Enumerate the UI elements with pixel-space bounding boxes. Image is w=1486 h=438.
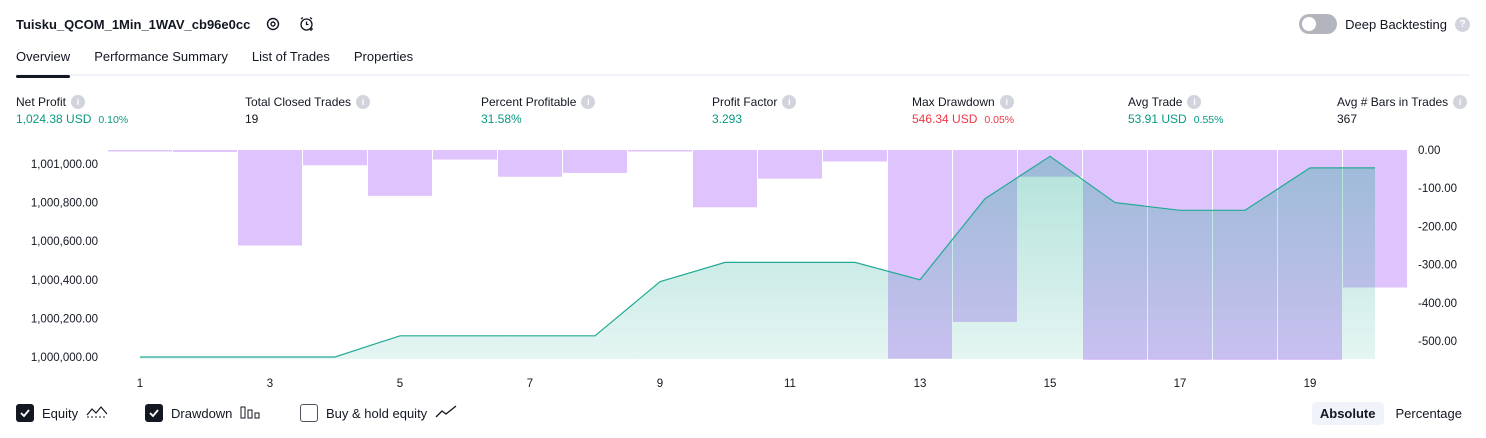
- tab-overview[interactable]: Overview: [16, 46, 71, 78]
- left-axis-tick-label: 1,000,000.00: [31, 352, 98, 364]
- drawdown-bars-icon: [240, 405, 260, 422]
- drawdown-bar: [173, 150, 237, 152]
- stat-label: Max Drawdown: [912, 94, 995, 109]
- info-icon[interactable]: i: [1453, 94, 1468, 109]
- stat-value: 546.34 USD: [912, 112, 978, 126]
- add-alert-clock-icon[interactable]: [296, 13, 318, 35]
- stat-max-drawdown: Max Drawdown i 546.34 USD 0.05%: [912, 93, 1014, 126]
- stat-total-closed-trades: Total Closed Trades i 19: [245, 93, 371, 126]
- chart-footer: Equity Drawdown Buy & hold equity Absolu…: [16, 402, 1470, 426]
- stat-label: Avg # Bars in Trades: [1337, 94, 1449, 109]
- drawdown-bar: [823, 150, 887, 162]
- info-icon[interactable]: i: [356, 94, 371, 109]
- legend-buy-hold-toggle[interactable]: Buy & hold equity: [300, 404, 457, 422]
- tab-properties[interactable]: Properties: [354, 46, 413, 76]
- deep-backtesting-label: Deep Backtesting: [1345, 16, 1447, 32]
- left-axis-tick-label: 1,000,800.00: [31, 198, 98, 210]
- stat-value: 19: [245, 112, 259, 126]
- stat-avg-trade: Avg Trade i 53.91 USD 0.55%: [1128, 93, 1223, 126]
- tab-performance-summary[interactable]: Performance Summary: [94, 46, 228, 76]
- stat-label: Total Closed Trades: [245, 94, 352, 109]
- display-mode-switch: Absolute Percentage: [1311, 402, 1471, 425]
- x-axis-tick-label: 7: [527, 378, 533, 390]
- equity-drawdown-chart-svg: 1,000,000.00 1,000,200.00 1,000,400.00 1,00…: [31, 145, 1457, 390]
- buy-hold-line-icon: [435, 404, 457, 422]
- legend-equity-toggle[interactable]: Equity: [16, 404, 108, 422]
- info-icon[interactable]: i: [1187, 94, 1202, 109]
- drawdown-bar: [303, 150, 367, 166]
- left-axis-tick-label: 1,001,000.00: [31, 159, 98, 171]
- x-axis-tick-label: 13: [914, 378, 927, 390]
- checkbox-checked-icon[interactable]: [16, 404, 34, 422]
- stat-label: Net Profit: [16, 94, 67, 109]
- drawdown-bar: [433, 150, 497, 160]
- deep-backtesting-toggle[interactable]: [1299, 14, 1338, 34]
- stat-net-profit: Net Profit i 1,024.38 USD 0.10%: [16, 93, 128, 126]
- info-icon[interactable]: i: [782, 94, 797, 109]
- right-axis-tick-label: -400.00: [1418, 298, 1457, 310]
- x-axis-tick-label: 19: [1304, 378, 1317, 390]
- x-axis-tick-label: 11: [784, 378, 796, 390]
- x-axis-tick-label: 9: [657, 378, 663, 390]
- left-axis-tick-label: 1,000,400.00: [31, 275, 98, 287]
- help-icon[interactable]: ?: [1455, 16, 1470, 32]
- x-axis-tick-label: 5: [397, 378, 403, 390]
- left-axis-tick-label: 1,000,600.00: [31, 236, 98, 248]
- x-axis-tick-label: 15: [1044, 378, 1057, 390]
- mode-percentage-button[interactable]: Percentage: [1388, 402, 1471, 425]
- left-axis-tick-label: 1,000,200.00: [31, 313, 98, 325]
- drawdown-bar: [108, 150, 172, 152]
- legend-label: Equity: [42, 405, 79, 421]
- drawdown-bar: [368, 150, 432, 196]
- equity-line-icon: [86, 405, 108, 422]
- legend-label: Drawdown: [171, 405, 233, 421]
- right-axis-tick-label: -500.00: [1418, 336, 1457, 348]
- drawdown-bar: [498, 150, 562, 177]
- stat-value: 53.91 USD: [1128, 112, 1187, 126]
- stat-percent: 0.10%: [98, 114, 129, 126]
- stat-value: 1,024.38 USD: [16, 112, 92, 126]
- stat-value: 3.293: [712, 112, 743, 126]
- info-icon[interactable]: i: [71, 94, 86, 109]
- stat-label: Avg Trade: [1128, 94, 1183, 109]
- strategy-header: Tuisku_QCOM_1Min_1WAV_cb96e0cc: [16, 12, 318, 36]
- drawdown-bar: [758, 150, 822, 179]
- drawdown-bar: [628, 150, 692, 152]
- stat-percent: 0.55%: [1193, 114, 1224, 126]
- checkbox-checked-icon[interactable]: [145, 404, 163, 422]
- legend-drawdown-toggle[interactable]: Drawdown: [145, 404, 260, 422]
- stat-avg-bars: Avg # Bars in Trades i 367: [1337, 93, 1468, 126]
- right-axis-tick-label: -200.00: [1418, 221, 1457, 233]
- right-axis-tick-label: -300.00: [1418, 260, 1457, 272]
- gear-icon[interactable]: [262, 13, 284, 35]
- stat-percent-profitable: Percent Profitable i 31.58%: [481, 93, 596, 126]
- x-axis-tick-label: 3: [267, 378, 273, 390]
- stat-value: 31.58%: [481, 112, 522, 126]
- drawdown-bar: [693, 150, 757, 208]
- stat-label: Percent Profitable: [481, 94, 577, 109]
- right-axis-tick-label: -100.00: [1418, 183, 1457, 195]
- legend-label: Buy & hold equity: [326, 405, 428, 421]
- checkbox-unchecked-icon[interactable]: [300, 404, 318, 422]
- tab-list-of-trades[interactable]: List of Trades: [252, 46, 330, 76]
- equity-chart[interactable]: 1,000,000.00 1,000,200.00 1,000,400.00 1,00…: [0, 140, 1486, 392]
- stat-profit-factor: Profit Factor i 3.293: [712, 93, 797, 126]
- drawdown-bar: [238, 150, 302, 246]
- x-axis-tick-label: 17: [1174, 378, 1187, 390]
- right-axis-tick-label: 0.00: [1418, 145, 1440, 157]
- stat-percent: 0.05%: [984, 114, 1015, 126]
- tab-bar: Overview Performance Summary List of Tra…: [16, 46, 1470, 78]
- strategy-name: Tuisku_QCOM_1Min_1WAV_cb96e0cc: [16, 16, 251, 32]
- info-icon[interactable]: i: [999, 94, 1014, 109]
- deep-backtesting: Deep Backtesting ?: [1299, 12, 1470, 36]
- mode-absolute-button[interactable]: Absolute: [1311, 402, 1384, 425]
- drawdown-bar: [563, 150, 627, 173]
- toggle-knob: [1302, 17, 1317, 31]
- x-axis-tick-label: 1: [137, 378, 143, 390]
- stat-value: 367: [1337, 112, 1358, 126]
- stat-label: Profit Factor: [712, 94, 778, 109]
- stats-row: Net Profit i 1,024.38 USD 0.10% Total Clos…: [16, 93, 1470, 133]
- info-icon[interactable]: i: [581, 94, 596, 109]
